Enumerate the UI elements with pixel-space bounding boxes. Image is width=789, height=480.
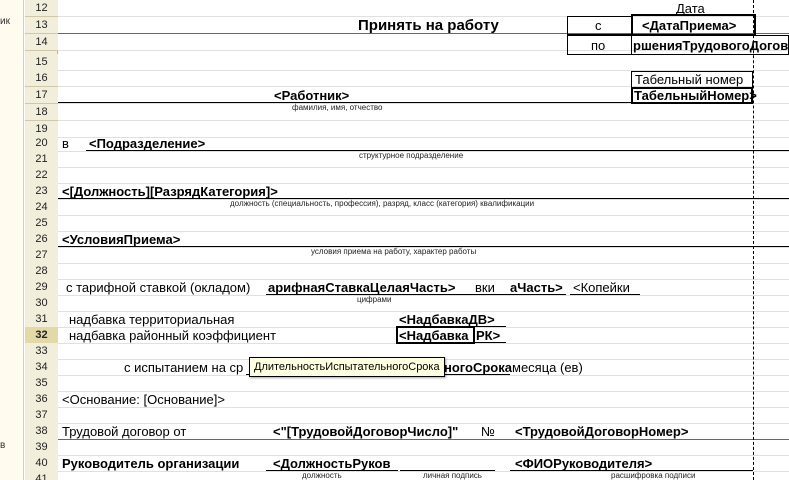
row-number[interactable]: 40 [25, 455, 58, 472]
row-number[interactable]: 31 [25, 311, 58, 328]
department-caption: структурное подразделение [359, 151, 464, 160]
row-25[interactable]: 25 [25, 215, 789, 232]
row-number[interactable]: 28 [25, 263, 58, 280]
end-date-field[interactable]: ршенияТрудовогоДогов [633, 37, 789, 54]
salary-caption: цифрами [357, 295, 392, 304]
row-37[interactable]: 37 [25, 407, 789, 424]
row-number[interactable]: 38 [25, 423, 58, 440]
row-number[interactable]: 33 [25, 343, 58, 360]
regional-label[interactable]: надбавка районный коэффициент [69, 327, 276, 344]
row-number[interactable]: 13 [25, 17, 58, 34]
position-caption: должность (специальность, профессия), ра… [230, 199, 535, 208]
row-number[interactable]: 37 [25, 407, 58, 424]
row-number[interactable]: 18 [25, 104, 58, 121]
row-number[interactable]: 14 [25, 34, 58, 51]
row-number[interactable]: 32 [25, 327, 58, 344]
row-number[interactable]: 27 [25, 247, 58, 264]
row-number[interactable]: 21 [25, 151, 58, 168]
row-number[interactable]: 12 [25, 0, 58, 17]
row-number[interactable]: 16 [25, 70, 58, 87]
row-number[interactable]: 26 [25, 231, 58, 248]
salary-underline [266, 294, 566, 295]
probation-suffix[interactable]: месяца (ев) [512, 359, 583, 376]
row-number[interactable]: 20 [25, 135, 58, 152]
row-28[interactable]: 28 [25, 263, 789, 280]
row-30[interactable]: 30 [25, 295, 789, 312]
manager-label[interactable]: Руководитель организации [62, 455, 239, 472]
left-pane-label-bottom: в [0, 440, 6, 451]
row-number[interactable]: 34 [25, 359, 58, 376]
row-number[interactable]: 22 [25, 167, 58, 184]
tabnum-label[interactable]: Табельный номер [635, 71, 743, 88]
basis-field[interactable]: <Основание: [Основание]> [62, 391, 225, 408]
row-39[interactable]: 39 [25, 439, 789, 456]
to-label[interactable]: по [591, 37, 605, 54]
conditions-caption: условия приема на работу, характер работ… [311, 247, 477, 256]
department-prefix[interactable]: в [62, 135, 69, 152]
row-number[interactable]: 30 [25, 295, 58, 312]
manager-name-caption: расшифровка подписи [611, 471, 696, 480]
kopeks-underline [570, 294, 640, 295]
row-22[interactable]: 22 [25, 167, 789, 184]
row-number[interactable]: 36 [25, 391, 58, 408]
contract-label[interactable]: Трудовой договор от [62, 423, 186, 440]
row-number[interactable]: 24 [25, 199, 58, 216]
row-number[interactable]: 35 [25, 375, 58, 392]
row-number[interactable]: 17 [25, 87, 58, 104]
contract-number-field[interactable]: <ТрудовойДоговорНомер> [515, 423, 688, 440]
contract-number-sign[interactable]: № [481, 423, 495, 440]
contract-date-field[interactable]: <"[ТрудовойДоговорЧисло]" [273, 423, 458, 440]
row-number[interactable]: 15 [25, 54, 58, 71]
row-number[interactable]: 29 [25, 279, 58, 296]
salary-label[interactable]: с тарифной ставкой (окладом) [66, 279, 250, 296]
row-number[interactable]: 41 [25, 471, 58, 480]
row-35[interactable]: 35 [25, 375, 789, 392]
territorial-label[interactable]: надбавка территориальная [69, 311, 234, 328]
left-pane-label-top: ик [0, 16, 10, 27]
employee-caption: фамилия, имя, отчество [292, 103, 383, 112]
from-label[interactable]: с [595, 17, 602, 34]
left-pane-strip: ик в [0, 0, 24, 480]
regional-underline [396, 342, 506, 343]
row-18[interactable]: 18 [25, 104, 789, 121]
order-title[interactable]: Принять на работу [358, 17, 499, 34]
tabnum-field[interactable]: ТабельныйНомер> [634, 87, 757, 104]
page-break-line [753, 0, 754, 480]
probation-label[interactable]: с испытанием на ср [124, 359, 243, 376]
row-number[interactable]: 25 [25, 215, 58, 232]
row-15[interactable]: 15 [25, 54, 789, 71]
row-number[interactable]: 23 [25, 183, 58, 200]
row-number[interactable]: 39 [25, 439, 58, 456]
cell-tooltip: ДлительностьИспытательногоСрока [249, 357, 445, 377]
manager-position-caption: должность [302, 471, 342, 480]
start-date-field[interactable]: <ДатаПриема> [642, 17, 736, 34]
manager-sign-caption: личная подпись [423, 471, 482, 480]
